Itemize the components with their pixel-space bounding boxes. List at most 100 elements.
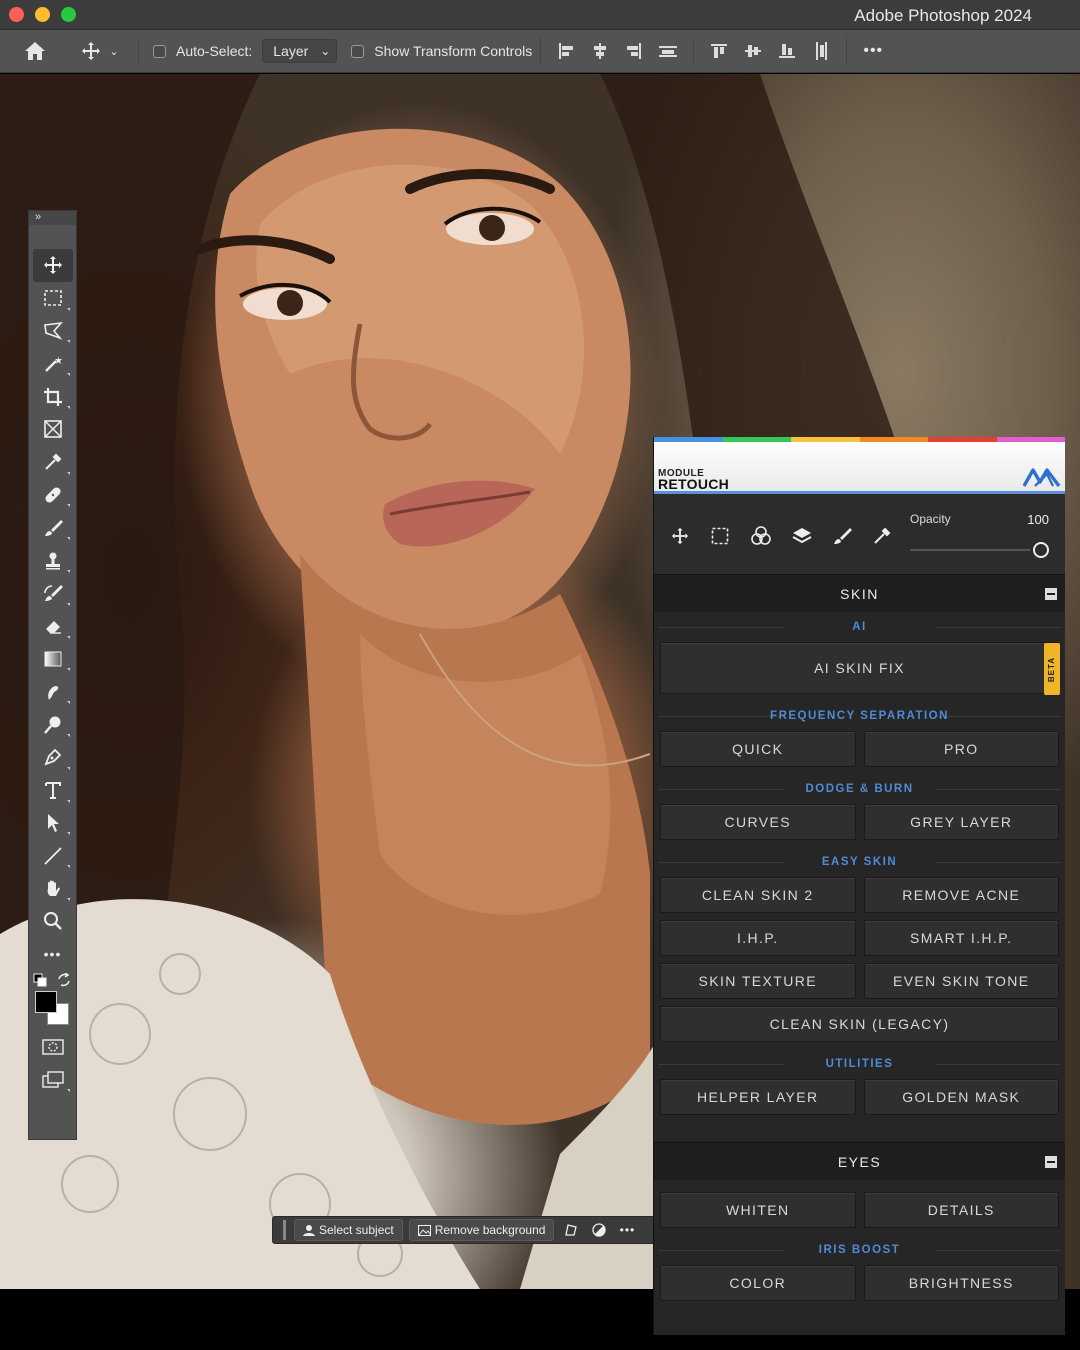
blur-tool[interactable]: [29, 675, 76, 708]
panel-eyedropper-button[interactable]: [869, 523, 895, 549]
line-tool[interactable]: [29, 839, 76, 872]
brush-icon: [44, 519, 63, 536]
dodge-tool[interactable]: [29, 708, 76, 741]
marquee-tool[interactable]: [29, 282, 76, 315]
eyes-section-header[interactable]: EYES: [654, 1142, 1065, 1180]
align-bottom-button[interactable]: [770, 36, 804, 66]
helper-layer-button[interactable]: HELPER LAYER: [660, 1079, 856, 1115]
move-tool[interactable]: [33, 249, 73, 282]
drag-handle[interactable]: [283, 1220, 286, 1240]
divider: [540, 38, 542, 64]
grey-layer-button[interactable]: GREY LAYER: [863, 804, 1059, 840]
edit-toolbar-button[interactable]: •••: [29, 938, 76, 971]
screen-mode-button[interactable]: [29, 1063, 76, 1096]
collapse-panel-button[interactable]: »: [29, 211, 76, 225]
skin-texture-button[interactable]: SKIN TEXTURE: [660, 963, 856, 999]
history-brush-tool[interactable]: [29, 577, 76, 610]
frequency-separation-subheader: FREQUENCY SEPARATION: [654, 701, 1065, 731]
collapse-section-icon[interactable]: [1045, 1156, 1057, 1168]
gradient-tool[interactable]: [29, 643, 76, 676]
transform-icon: [565, 1224, 578, 1236]
align-middle-button[interactable]: [736, 36, 770, 66]
opacity-value[interactable]: 100: [1027, 512, 1049, 527]
collapse-section-icon[interactable]: [1045, 588, 1057, 600]
show-transform-checkbox[interactable]: [351, 44, 365, 58]
remove-background-button[interactable]: Remove background: [408, 1219, 555, 1241]
whiten-button[interactable]: WHITEN: [660, 1192, 856, 1228]
even-skin-tone-button[interactable]: EVEN SKIN TONE: [863, 963, 1059, 999]
zoom-tool[interactable]: [29, 905, 76, 938]
align-center-h-button[interactable]: [583, 36, 617, 66]
move-tool-preset-button[interactable]: ⌄: [70, 41, 130, 61]
eraser-tool[interactable]: [29, 610, 76, 643]
pro-button[interactable]: PRO: [863, 731, 1059, 767]
path-selection-tool[interactable]: [29, 807, 76, 840]
close-window-button[interactable]: [9, 7, 24, 22]
frame-tool[interactable]: [29, 413, 76, 446]
panel-brush-button[interactable]: [829, 523, 855, 549]
ai-skin-fix-label: AI SKIN FIX: [814, 660, 905, 676]
pen-tool[interactable]: [29, 741, 76, 774]
transform-button[interactable]: [560, 1219, 582, 1241]
more-options-button[interactable]: •••: [855, 42, 891, 60]
zoom-icon: [43, 912, 62, 931]
smart-ihp-button[interactable]: SMART I.H.P.: [863, 920, 1059, 956]
quick-button[interactable]: QUICK: [660, 731, 856, 767]
eyedropper-tool[interactable]: [29, 446, 76, 479]
distribute-v-button[interactable]: [804, 36, 838, 66]
lasso-tool[interactable]: [29, 315, 76, 348]
lasso-icon: [43, 321, 63, 340]
panel-channels-button[interactable]: [748, 523, 774, 549]
align-right-button[interactable]: [617, 36, 651, 66]
golden-mask-button[interactable]: GOLDEN MASK: [863, 1079, 1059, 1115]
auto-select-dropdown[interactable]: Layer ⌄: [262, 39, 338, 63]
eraser-icon: [45, 621, 61, 634]
minimize-window-button[interactable]: [35, 7, 50, 22]
magic-wand-tool[interactable]: [29, 347, 76, 380]
quick-mask-button[interactable]: [29, 1031, 76, 1064]
align-top-button[interactable]: [702, 36, 736, 66]
type-tool[interactable]: [29, 774, 76, 807]
default-colors-icon[interactable]: [33, 973, 47, 987]
crop-icon: [43, 387, 62, 406]
hand-tool[interactable]: [29, 872, 76, 905]
color-button[interactable]: COLOR: [660, 1265, 856, 1301]
beta-badge: BETA: [1044, 643, 1060, 695]
crop-tool[interactable]: [29, 380, 76, 413]
remove-acne-button[interactable]: REMOVE ACNE: [863, 877, 1059, 913]
ai-skin-fix-button[interactable]: AI SKIN FIX BETA: [660, 642, 1060, 695]
panel-move-button[interactable]: [667, 523, 693, 549]
swap-colors-icon[interactable]: [57, 972, 71, 987]
clean-skin-2-button[interactable]: CLEAN SKIN 2: [660, 877, 856, 913]
auto-select-checkbox[interactable]: [153, 44, 166, 58]
clean-skin-legacy-button[interactable]: CLEAN SKIN (LEGACY): [660, 1006, 1059, 1042]
auto-select-value: Layer: [273, 43, 309, 59]
taskbar-more-button[interactable]: •••: [616, 1219, 638, 1241]
divider: [138, 38, 139, 64]
skin-section-header[interactable]: SKIN: [654, 574, 1065, 612]
rgb-channels-icon: [751, 526, 771, 545]
tools-panel: » •••: [28, 210, 77, 1140]
adjustment-button[interactable]: [588, 1219, 610, 1241]
zoom-window-button[interactable]: [61, 7, 76, 22]
details-button[interactable]: DETAILS: [863, 1192, 1059, 1228]
opacity-slider-track[interactable]: [910, 549, 1030, 551]
clone-stamp-tool[interactable]: [29, 544, 76, 577]
distribute-button[interactable]: [651, 36, 685, 66]
select-subject-button[interactable]: Select subject: [294, 1219, 403, 1241]
home-button[interactable]: [0, 41, 70, 61]
healing-brush-tool[interactable]: [29, 479, 76, 512]
screen-mode-icon: [41, 1071, 64, 1088]
ihp-button[interactable]: I.H.P.: [660, 920, 856, 956]
brush-tool[interactable]: [29, 511, 76, 544]
tools-drag-area[interactable]: [29, 225, 76, 249]
panel-layers-button[interactable]: [789, 523, 815, 549]
curves-button[interactable]: CURVES: [660, 804, 856, 840]
opacity-slider-knob[interactable]: [1032, 541, 1050, 559]
panel-marquee-button[interactable]: [707, 523, 733, 549]
brightness-button[interactable]: BRIGHTNESS: [863, 1265, 1059, 1301]
options-bar: ⌄ Auto-Select: Layer ⌄ Show Transform Co…: [0, 30, 1080, 73]
more-tools-icon: •••: [43, 946, 62, 963]
align-left-button[interactable]: [549, 36, 583, 66]
foreground-color-swatch[interactable]: [35, 990, 57, 1013]
